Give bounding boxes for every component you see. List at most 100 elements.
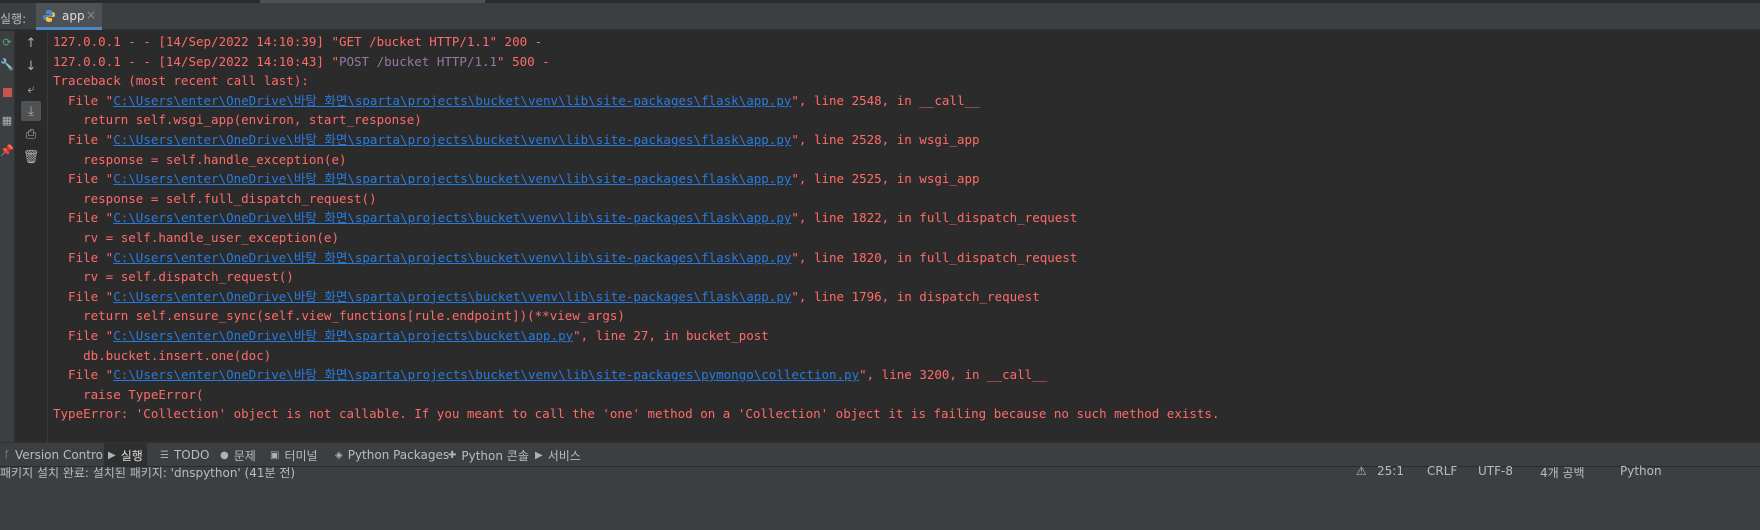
file-path-link[interactable]: C:\Users\enter\OneDrive\바탕 화면\sparta\pro… [113, 367, 859, 382]
file-path-link[interactable]: C:\Users\enter\OneDrive\바탕 화면\sparta\pro… [113, 210, 791, 225]
tool-label: 실행 [120, 448, 143, 463]
console-line: File "C:\Users\enter\OneDrive\바탕 화면\spar… [53, 208, 1760, 228]
console-text: rv = self.dispatch_request() [53, 269, 294, 285]
close-icon[interactable]: × [86, 8, 96, 22]
tool-label: 문제 [233, 448, 256, 463]
rerun-icon[interactable]: ⟳ [0, 33, 14, 51]
console-text: 127.0.0.1 - - [14/Sep/2022 14:10:39] "GE… [53, 34, 543, 49]
console-text: ", line 1820, in full_dispatch_request [791, 249, 1078, 265]
console-line: 127.0.0.1 - - [14/Sep/2022 14:10:43] "PO… [53, 52, 1760, 72]
info-icon: ● [220, 449, 229, 461]
console-line: File "C:\Users\enter\OneDrive\바탕 화면\spar… [53, 91, 1760, 111]
status-warning-icon[interactable]: ⚠ [1356, 464, 1367, 478]
python-icon: ✚ [448, 449, 457, 461]
run-tab-bar: 실행: app × [0, 3, 1760, 30]
console-text: File " [53, 92, 114, 108]
run-tab-app[interactable]: app × [36, 3, 102, 30]
layers-icon: ◈ [335, 449, 343, 461]
indent-setting[interactable]: 4개 공백 [1540, 464, 1585, 481]
console-text: " 500 - [497, 53, 550, 69]
console-text: ", line 3200, in __call__ [859, 367, 1048, 383]
file-path-link[interactable]: C:\Users\enter\OneDrive\바탕 화면\sparta\pro… [113, 289, 791, 304]
console-text: File " [53, 131, 114, 147]
list-icon: ☰ [160, 449, 169, 461]
status-bar: 패키지 설치 완료: 설치된 패키지: 'dnspython' (41분 전) … [0, 464, 1760, 530]
tool-python-console[interactable]: ✚ Python 콘솔 [444, 443, 533, 467]
soft-wrap-icon[interactable]: ⤶ [21, 79, 41, 99]
console-text: ", line 2525, in wsgi_app [791, 171, 980, 187]
console-line: response = self.handle_exception(e) [53, 150, 1760, 170]
console-line: File "C:\Users\enter\OneDrive\바탕 화면\spar… [53, 130, 1760, 150]
file-path-link[interactable]: C:\Users\enter\OneDrive\바탕 화면\sparta\pro… [113, 171, 791, 186]
console-text: db.bucket.insert.one(doc) [53, 347, 272, 363]
file-path-link[interactable]: C:\Users\enter\OneDrive\바탕 화면\sparta\pro… [113, 250, 791, 265]
console-line: File "C:\Users\enter\OneDrive\바탕 화면\spar… [53, 287, 1760, 307]
file-path-link[interactable]: C:\Users\enter\OneDrive\바탕 화면\sparta\pro… [113, 93, 791, 108]
file-path-link[interactable]: C:\Users\enter\OneDrive\바탕 화면\sparta\pro… [113, 328, 573, 343]
console-line: db.bucket.insert.one(doc) [53, 346, 1760, 366]
tool-label: Python 콘솔 [461, 448, 529, 463]
console-text: ", line 1822, in full_dispatch_request [791, 210, 1078, 226]
tool-label: TODO [173, 448, 210, 462]
console-line: raise TypeError( [53, 385, 1760, 405]
tool-services[interactable]: ▶ 서비스 [531, 443, 585, 467]
file-encoding[interactable]: UTF-8 [1478, 464, 1513, 478]
console-line: Traceback (most recent call last): [53, 71, 1760, 91]
console-text: POST /bucket HTTP/1.1 [338, 53, 498, 69]
run-tab-label: app [62, 9, 85, 23]
line-separator[interactable]: CRLF [1427, 464, 1457, 478]
console-toolbar: ↑ ↓ ⤶ ⤓ ⎙ 🗑 [15, 31, 48, 498]
tool-label: Python Packages [347, 448, 450, 462]
stop-icon[interactable] [0, 83, 14, 101]
tool-label: 터미널 [284, 448, 318, 463]
file-path-link[interactable]: C:\Users\enter\OneDrive\바탕 화면\sparta\pro… [113, 132, 791, 147]
console-text: ", line 2528, in wsgi_app [791, 131, 980, 147]
console-line: rv = self.handle_user_exception(e) [53, 228, 1760, 248]
caret-position[interactable]: 25:1 [1377, 464, 1404, 478]
python-icon [43, 10, 55, 22]
console-text: File " [53, 367, 114, 383]
console-text: return self.wsgi_app(environ, start_resp… [53, 112, 422, 128]
console-text: File " [53, 327, 114, 343]
status-message[interactable]: 패키지 설치 완료: 설치된 패키지: 'dnspython' (41분 전) [0, 464, 295, 481]
console-text: 127.0.0.1 - - [14/Sep/2022 14:10:43] " [53, 53, 339, 69]
print-icon[interactable]: ⎙ [21, 124, 41, 144]
console-text: response = self.full_dispatch_request() [53, 190, 377, 206]
bottom-tool-window-bar: ᚴ Version Control ▶ 실행 ☰ TODO ● 문제 ▣ 터미널 ◈ Python P… [0, 442, 1760, 467]
console-output[interactable]: 127.0.0.1 - - [14/Sep/2022 14:10:39] "GE… [49, 31, 1760, 441]
layout-icon[interactable]: ▦ [0, 111, 14, 129]
console-text: rv = self.handle_user_exception(e) [53, 229, 339, 245]
console-line: File "C:\Users\enter\OneDrive\바탕 화면\spar… [53, 365, 1760, 385]
console-line: File "C:\Users\enter\OneDrive\바탕 화면\spar… [53, 248, 1760, 268]
terminal-icon: ▣ [270, 449, 280, 461]
console-line: File "C:\Users\enter\OneDrive\바탕 화면\spar… [53, 326, 1760, 346]
tool-label: Version Control [15, 448, 107, 462]
console-text: File " [53, 210, 114, 226]
run-panel-label: 실행: [0, 12, 27, 26]
scroll-down-icon[interactable]: ↓ [21, 56, 41, 76]
console-text: File " [53, 249, 114, 265]
wrench-icon[interactable]: 🔧 [0, 55, 14, 73]
python-interpreter[interactable]: Python [1620, 464, 1662, 478]
console-text: Traceback (most recent call last): [53, 73, 309, 89]
scroll-to-end-icon[interactable]: ⤓ [21, 101, 41, 121]
console-text: raise TypeError( [53, 386, 204, 402]
console-text: ", line 2548, in __call__ [791, 92, 980, 108]
console-line: 127.0.0.1 - - [14/Sep/2022 14:10:39] "GE… [53, 32, 1760, 52]
console-text: File " [53, 171, 114, 187]
tool-python-packages[interactable]: ◈ Python Packages [331, 443, 453, 467]
console-text: File " [53, 288, 114, 304]
console-line: response = self.full_dispatch_request() [53, 189, 1760, 209]
console-line: File "C:\Users\enter\OneDrive\바탕 화면\spar… [53, 169, 1760, 189]
console-text: ", line 1796, in dispatch_request [791, 288, 1040, 304]
console-text: ", line 27, in bucket_post [573, 327, 769, 343]
console-line: return self.ensure_sync(self.view_functi… [53, 306, 1760, 326]
services-icon: ▶ [535, 449, 543, 461]
scroll-up-icon[interactable]: ↑ [21, 33, 41, 53]
pin-icon[interactable]: 📌 [0, 141, 14, 159]
console-text: return self.ensure_sync(self.view_functi… [53, 308, 625, 324]
left-action-strip: ⟳ 🔧 ▦ 📌 [0, 31, 15, 498]
trash-icon[interactable]: 🗑 [21, 147, 41, 167]
console-text: TypeError: 'Collection' object is not ca… [53, 406, 1220, 422]
branch-icon: ᚴ [4, 449, 10, 461]
